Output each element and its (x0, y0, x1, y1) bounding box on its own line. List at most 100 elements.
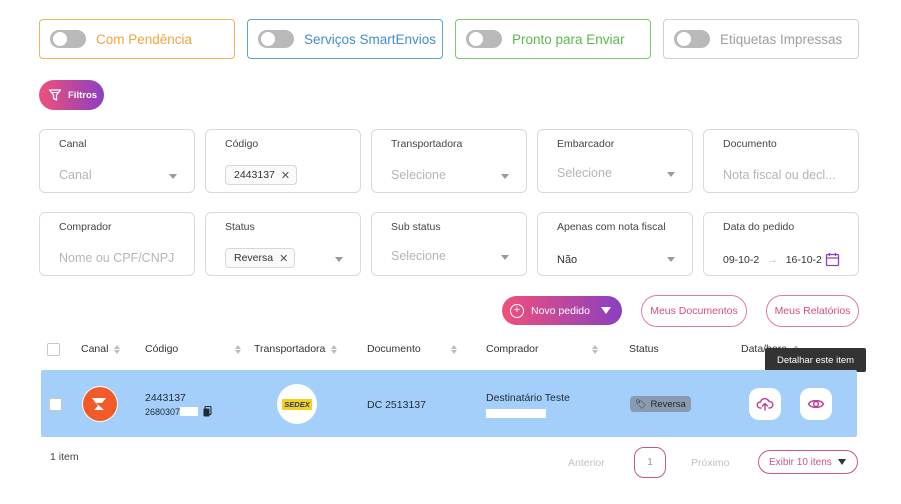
items-per-page-label: Exibir 10 itens (769, 456, 832, 468)
sort-icon (591, 344, 598, 354)
field-label: Documento (723, 138, 777, 150)
chevron-down-icon (501, 255, 509, 260)
status-badge: 🏷 Reversa (630, 396, 691, 412)
status-chip: Reversa ✕ (225, 248, 296, 268)
header-label: Comprador (486, 343, 539, 355)
toggle-servicos-smartenvios[interactable]: Serviços SmartEnvios (247, 19, 443, 59)
sort-icon (450, 344, 457, 354)
sedex-logo: SEDEX (282, 398, 312, 410)
meus-relatorios-button[interactable]: Meus Relatórios (766, 295, 859, 327)
transportadora-filter[interactable]: Transportadora Selecione (371, 129, 527, 193)
page-number-button[interactable]: 1 (634, 447, 666, 478)
toggle-pronto-para-enviar[interactable]: Pronto para Enviar (455, 19, 651, 59)
data-pedido-filter[interactable]: Data do pedido 09-10-2 → 16-10-2 (703, 212, 859, 276)
comprador-input[interactable]: Nome ou CPF/CNPJ (59, 251, 189, 265)
status-filter[interactable]: Status Reversa ✕ (205, 212, 361, 276)
documento-input[interactable]: Nota fiscal ou decl... (723, 168, 851, 182)
field-label: Apenas com nota fiscal (557, 221, 666, 233)
field-label: Canal (59, 138, 87, 150)
date-range-picker[interactable]: 09-10-2 → 16-10-2 (723, 252, 840, 267)
cloud-upload-icon (756, 398, 774, 411)
tooltip: Detalhar este item (765, 348, 866, 377)
tag-icon: 🏷 (635, 398, 647, 409)
item-count: 1 item (50, 451, 79, 463)
comprador-value: Destinatário Teste (486, 392, 570, 404)
upload-button[interactable] (749, 388, 781, 420)
header-label: Transportadora (254, 343, 326, 355)
column-header-status[interactable]: Status (629, 343, 659, 355)
sub-status-select[interactable]: Selecione (391, 249, 511, 263)
calendar-icon[interactable] (825, 252, 840, 267)
plus-icon: + (510, 303, 524, 318)
meus-documentos-button[interactable]: Meus Documentos (641, 295, 747, 327)
nota-fiscal-select[interactable]: Não (557, 254, 677, 266)
toggle-switch[interactable] (466, 30, 502, 48)
codigo-sub-value: 2680307 (145, 406, 181, 417)
date-end[interactable]: 16-10-2 (786, 254, 822, 266)
novo-pedido-button[interactable]: + Novo pedido (502, 296, 622, 325)
codigo-value: 2443137 (145, 392, 186, 404)
smartenvios-logo-icon (83, 387, 117, 421)
close-icon[interactable]: ✕ (279, 252, 288, 265)
arrow-right-icon: → (767, 253, 778, 266)
toggle-etiquetas-impressas[interactable]: Etiquetas Impressas (663, 19, 859, 59)
redacted-bar (486, 408, 546, 418)
field-label: Status (225, 221, 255, 233)
status-label: Reversa (650, 398, 686, 410)
eye-icon (807, 399, 825, 409)
embarcador-select[interactable]: Selecione (557, 166, 677, 180)
chevron-down-icon (667, 257, 675, 262)
header-label: Canal (81, 343, 109, 355)
chevron-down-icon (169, 174, 177, 179)
select-all-checkbox[interactable] (47, 343, 60, 356)
sub-status-filter[interactable]: Sub status Selecione (371, 212, 527, 276)
column-header-transportadora[interactable]: Transportadora (254, 343, 338, 355)
sort-icon (331, 344, 338, 354)
chip-label: Reversa (234, 252, 274, 264)
filter-icon (48, 89, 62, 101)
field-label: Embarcador (557, 138, 615, 150)
header-label: Código (145, 343, 179, 355)
field-label: Código (225, 138, 259, 150)
toggle-switch[interactable] (674, 30, 710, 48)
nota-fiscal-filter[interactable]: Apenas com nota fiscal Não (537, 212, 693, 276)
header-label: Status (629, 343, 659, 355)
sort-icon (235, 344, 242, 354)
column-header-documento[interactable]: Documento (367, 343, 457, 355)
codigo-sub: 2680307 (145, 406, 212, 417)
codigo-chip: 2443137 ✕ (225, 165, 298, 185)
column-header-comprador[interactable]: Comprador (486, 343, 598, 355)
redacted-bar (180, 407, 199, 416)
channel-logo (82, 386, 118, 422)
next-page-link[interactable]: Próximo (691, 457, 730, 469)
field-label: Comprador (59, 221, 112, 233)
detail-button[interactable] (800, 388, 832, 420)
comprador-cell: Destinatário Teste (486, 392, 570, 419)
close-icon[interactable]: ✕ (281, 169, 290, 182)
toggle-switch[interactable] (258, 30, 294, 48)
filters-button[interactable]: Filtros (39, 80, 104, 110)
previous-page-link[interactable]: Anterior (568, 457, 605, 469)
chip-label: 2443137 (234, 169, 275, 181)
toggle-label: Com Pendência (96, 31, 193, 47)
row-checkbox[interactable] (49, 398, 62, 411)
comprador-filter[interactable]: Comprador Nome ou CPF/CNPJ (39, 212, 195, 276)
items-per-page-select[interactable]: Exibir 10 itens (758, 450, 858, 474)
transportadora-select[interactable]: Selecione (391, 168, 511, 182)
canal-select[interactable]: Canal (59, 168, 179, 182)
embarcador-filter[interactable]: Embarcador Selecione (537, 129, 693, 193)
copy-icon[interactable] (203, 406, 212, 417)
column-header-codigo[interactable]: Código (145, 343, 242, 355)
toggle-switch[interactable] (50, 30, 86, 48)
column-header-canal[interactable]: Canal (81, 343, 121, 355)
canal-filter[interactable]: Canal Canal (39, 129, 195, 193)
date-start[interactable]: 09-10-2 (723, 254, 759, 266)
novo-pedido-label: Novo pedido (531, 304, 590, 317)
chevron-down-icon (335, 257, 343, 262)
codigo-filter[interactable]: Código 2443137 ✕ (205, 129, 361, 193)
chevron-down-icon (600, 307, 611, 314)
toggle-com-pendencia[interactable]: Com Pendência (39, 19, 235, 59)
chevron-down-icon (667, 172, 675, 177)
codigo-cell: 2443137 2680307 (145, 392, 212, 417)
documento-filter[interactable]: Documento Nota fiscal ou decl... (703, 129, 859, 193)
